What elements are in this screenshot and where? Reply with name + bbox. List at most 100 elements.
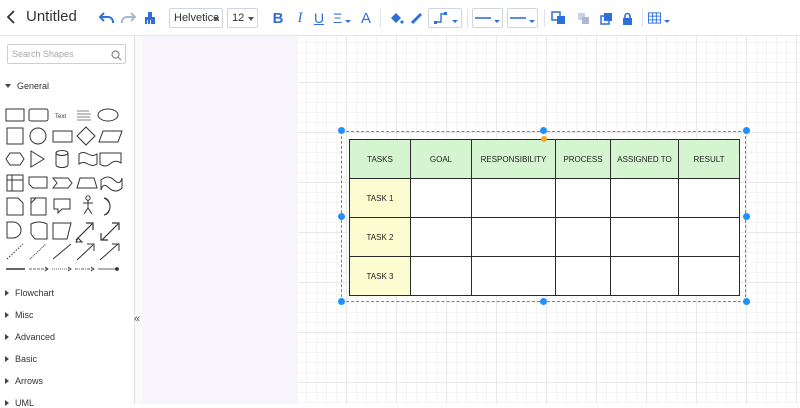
section-uml[interactable]: UML	[5, 398, 34, 408]
section-label: Advanced	[15, 332, 56, 342]
resize-handle-right[interactable]	[743, 213, 750, 220]
section-general[interactable]: General	[5, 81, 49, 91]
table-cell[interactable]: TASK 3	[349, 256, 411, 296]
chevron-down-icon	[248, 17, 254, 21]
table-cell[interactable]	[678, 178, 740, 218]
section-label: Misc	[15, 310, 34, 320]
table-row: TASK 2	[349, 217, 740, 257]
chevron-down-icon	[345, 19, 352, 23]
table-insert-button[interactable]	[648, 8, 670, 28]
chevron-right-icon	[5, 312, 9, 318]
table-icon	[648, 12, 661, 24]
resize-handle-top-right[interactable]	[743, 127, 750, 134]
table-header-cell[interactable]: GOAL	[410, 139, 472, 179]
table-header-cell[interactable]: PROCESS	[555, 139, 611, 179]
section-flowchart[interactable]: Flowchart	[5, 288, 54, 298]
text-shape-label: Text	[55, 114, 66, 120]
section-label: Arrows	[15, 376, 44, 386]
line-style-button[interactable]	[472, 8, 503, 28]
resize-handle-bottom-left[interactable]	[338, 298, 345, 305]
section-misc[interactable]: Misc	[5, 310, 34, 320]
group-icon[interactable]	[576, 8, 590, 28]
section-label: Basic	[15, 354, 38, 364]
section-advanced[interactable]: Advanced	[5, 332, 55, 342]
undo-icon[interactable]	[98, 8, 114, 28]
line-width-button[interactable]	[507, 8, 538, 28]
table-cell[interactable]	[610, 178, 679, 218]
table-cell[interactable]	[610, 256, 679, 296]
text-align-button[interactable]: Ξ	[332, 8, 352, 28]
section-arrows[interactable]: Arrows	[5, 376, 43, 386]
table-header-cell[interactable]: ASSIGNED TO	[610, 139, 679, 179]
toolbar-divider	[467, 9, 468, 27]
table-header-cell[interactable]: TASKS	[349, 139, 411, 179]
section-label: Flowchart	[15, 288, 55, 298]
table-cell[interactable]	[410, 256, 472, 296]
sidebar-gutter	[135, 36, 143, 404]
general-shapes-palette[interactable]: Text	[4, 102, 132, 274]
font-size-select[interactable]: 12	[227, 8, 258, 28]
top-toolbar: Untitled Helvetica 12 B I U Ξ A	[0, 0, 800, 36]
table-cell[interactable]	[555, 217, 611, 257]
table-cell[interactable]	[410, 178, 472, 218]
chevron-down-icon	[451, 19, 458, 23]
chevron-down-icon	[5, 84, 11, 88]
table-cell[interactable]	[471, 217, 556, 257]
table-header-cell[interactable]: RESPONSIBILITY	[471, 139, 556, 179]
arrange-icon[interactable]	[550, 8, 566, 28]
toolbar-divider	[380, 9, 381, 27]
resize-handle-top-left[interactable]	[338, 127, 345, 134]
collapse-sidebar-button[interactable]: «	[134, 313, 140, 325]
chevron-down-icon	[494, 19, 500, 23]
lock-icon[interactable]	[621, 8, 633, 28]
table-cell[interactable]	[610, 217, 679, 257]
toolbar-divider	[544, 9, 545, 27]
table-cell[interactable]	[471, 256, 556, 296]
resize-handle-left[interactable]	[338, 213, 345, 220]
table-cell[interactable]	[410, 217, 472, 257]
chevron-right-icon	[5, 290, 9, 296]
section-label: UML	[15, 398, 35, 408]
resize-handle-bottom-right[interactable]	[743, 298, 750, 305]
rotate-handle[interactable]	[541, 136, 547, 142]
chevron-down-icon	[664, 19, 670, 23]
table-cell[interactable]	[678, 256, 740, 296]
table-cell[interactable]	[471, 178, 556, 218]
resize-handle-top[interactable]	[540, 127, 547, 134]
underline-button[interactable]: U	[313, 8, 325, 28]
chevron-right-icon	[5, 334, 9, 340]
redo-icon[interactable]	[120, 8, 136, 28]
bring-front-icon[interactable]	[599, 8, 613, 28]
table-header-cell[interactable]: RESULT	[678, 139, 740, 179]
chevron-right-icon	[5, 400, 9, 406]
bold-button[interactable]: B	[272, 8, 284, 28]
chevron-right-icon	[5, 378, 9, 384]
format-painter-icon[interactable]	[143, 8, 157, 28]
table-cell[interactable]: TASK 2	[349, 217, 411, 257]
line-color-icon[interactable]	[409, 8, 423, 28]
table-cell[interactable]	[555, 256, 611, 296]
search-shapes-input[interactable]: Search Shapes	[7, 44, 126, 64]
toolbar-divider	[642, 9, 643, 27]
search-icon[interactable]	[111, 48, 122, 61]
resize-handle-bottom[interactable]	[540, 298, 547, 305]
line-width-icon	[510, 17, 526, 19]
connector-style-button[interactable]	[428, 8, 462, 28]
table-cell[interactable]	[555, 178, 611, 218]
table-row: TASK 3	[349, 256, 740, 296]
chevron-down-icon	[529, 19, 535, 23]
section-basic[interactable]: Basic	[5, 354, 37, 364]
document-title[interactable]: Untitled	[26, 8, 77, 25]
text-align-icon: Ξ	[332, 10, 343, 26]
table-cell[interactable]	[678, 217, 740, 257]
connector-icon	[433, 12, 447, 24]
table-cell[interactable]: TASK 1	[349, 178, 411, 218]
font-family-select[interactable]: Helvetica	[169, 8, 223, 28]
fill-color-icon[interactable]	[388, 8, 404, 28]
italic-button[interactable]: I	[295, 8, 305, 28]
back-icon[interactable]	[4, 8, 18, 26]
font-color-button[interactable]: A	[360, 8, 372, 28]
page-margin-panel	[143, 36, 298, 404]
task-table[interactable]: TASKS GOAL RESPONSIBILITY PROCESS ASSIGN…	[349, 139, 740, 296]
line-style-icon	[475, 17, 491, 19]
